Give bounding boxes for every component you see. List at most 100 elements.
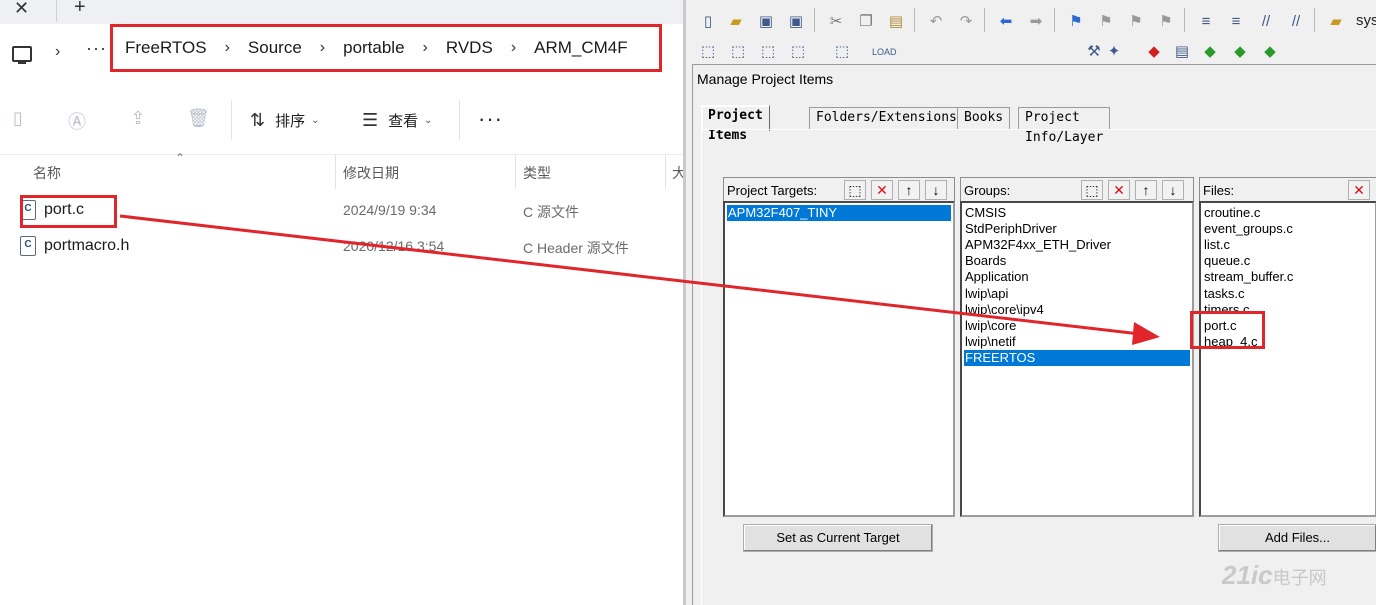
move-up-icon[interactable]: ↑ (898, 180, 920, 200)
comment-icon[interactable]: // (1256, 12, 1276, 32)
redo-icon[interactable]: ↷ (956, 12, 976, 32)
move-down-icon[interactable]: ↓ (925, 180, 947, 200)
tab-project-items[interactable]: Project Items (701, 105, 770, 143)
run-time-env-icon[interactable]: ◆ (1200, 42, 1220, 62)
manage-components-icon[interactable]: ◆ (1144, 42, 1164, 62)
next-bookmark-icon[interactable]: ⚑ (1126, 12, 1146, 32)
list-item[interactable]: CMSIS (964, 205, 1006, 221)
save-icon[interactable]: ▣ (756, 12, 776, 32)
close-tab-icon[interactable]: ✕ (14, 0, 29, 19)
more-options-icon[interactable]: ··· (478, 106, 503, 132)
chevron-down-icon: ⌄ (311, 114, 320, 126)
new-item-icon[interactable]: ⬚ (844, 180, 866, 200)
tab-folders-extensions[interactable]: Folders/Extensions (809, 107, 964, 129)
sort-icon: ⇅ (250, 109, 266, 130)
paste-icon[interactable]: ▯ (7, 108, 29, 130)
prev-bookmark-icon[interactable]: ⚑ (1096, 12, 1116, 32)
delete-item-icon[interactable]: ✕ (1108, 180, 1130, 200)
unindent-icon[interactable]: ≡ (1226, 12, 1246, 32)
toolbar-separator (914, 8, 915, 32)
toolbar-divider (231, 100, 232, 140)
stop-build-icon[interactable]: ⬚ (832, 42, 852, 62)
uncomment-icon[interactable]: // (1286, 12, 1306, 32)
clear-bookmarks-icon[interactable]: ⚑ (1156, 12, 1176, 32)
new-item-icon[interactable]: ⬚ (1081, 180, 1103, 200)
share-icon[interactable]: ⇪ (127, 108, 149, 130)
list-item[interactable]: list.c (1203, 237, 1230, 253)
copy-icon[interactable]: ❐ (856, 12, 876, 32)
explorer-tab-bar: ✕ + (0, 0, 683, 24)
screenshot-root: ✕ + › ··· FreeRTOS › Source › portable ›… (0, 0, 1376, 605)
list-item[interactable]: stream_buffer.c (1203, 269, 1293, 285)
files-list[interactable]: croutine.c event_groups.c list.c queue.c… (1199, 201, 1376, 517)
column-header-name[interactable]: 名称 (33, 163, 61, 183)
groups-list[interactable]: CMSIS StdPeriphDriver APM32F4xx_ETH_Driv… (960, 201, 1194, 517)
list-item[interactable]: lwip\api (964, 286, 1008, 302)
delete-item-icon[interactable]: ✕ (871, 180, 893, 200)
cut-icon[interactable]: ✂ (826, 12, 846, 32)
list-item[interactable]: lwip\core (964, 318, 1016, 334)
files-label: Files: (1203, 183, 1235, 198)
file-type: C Header 源文件 (523, 240, 629, 256)
annotation-box-breadcrumb (110, 24, 662, 72)
column-header-type[interactable]: 类型 (523, 163, 551, 183)
this-pc-icon[interactable] (12, 46, 32, 64)
add-files-button[interactable]: Add Files... (1218, 524, 1376, 552)
navigate-back-icon[interactable]: ⬅ (996, 12, 1016, 32)
pack-installer-icon[interactable]: ◆ (1230, 42, 1250, 62)
toolbar-separator (1184, 8, 1185, 32)
batch-build-icon[interactable]: ⬚ (788, 42, 808, 62)
list-item[interactable]: APM32F4xx_ETH_Driver (964, 237, 1111, 253)
new-tab-icon[interactable]: + (74, 0, 86, 19)
bookmark-icon[interactable]: ⚑ (1066, 12, 1086, 32)
chevron-right-icon[interactable]: › (55, 43, 60, 61)
delete-icon[interactable]: 🗑 (187, 108, 210, 130)
file-row[interactable]: C portmacro.h 2020/12/16 3:54 C Header 源… (0, 228, 683, 264)
targets-list[interactable]: APM32F407_TINY (723, 201, 955, 517)
column-divider[interactable] (335, 155, 336, 189)
file-date: 2024/9/19 9:34 (343, 202, 437, 218)
list-item[interactable]: queue.c (1203, 253, 1250, 269)
list-item[interactable]: FREERTOS (964, 350, 1190, 366)
list-item[interactable]: Boards (964, 253, 1006, 269)
project-targets-pane: Project Targets: ⬚ ✕ ↑ ↓ APM32F407_TINY (723, 177, 955, 517)
magic-wand-icon[interactable]: ✦ (1104, 42, 1124, 62)
toolbar-separator (1314, 8, 1315, 32)
view-button[interactable]: ☰ 查看 ⌄ (362, 108, 433, 132)
new-file-icon[interactable]: ▯ (698, 12, 718, 32)
delete-item-icon[interactable]: ✕ (1348, 180, 1370, 200)
find-in-files-icon[interactable]: ▰ (1326, 12, 1346, 32)
save-all-icon[interactable]: ▣ (786, 12, 806, 32)
list-item[interactable]: event_groups.c (1203, 221, 1293, 237)
sort-button[interactable]: ⇅ 排序 ⌄ (250, 108, 320, 132)
column-divider[interactable] (665, 155, 666, 189)
tab-books[interactable]: Books (957, 107, 1011, 129)
move-down-icon[interactable]: ↓ (1162, 180, 1184, 200)
download-icon[interactable]: LOAD (872, 42, 897, 62)
column-divider[interactable] (515, 155, 516, 189)
translate-icon[interactable]: ⬚ (698, 42, 718, 62)
list-item[interactable]: lwip\netif (964, 334, 1016, 350)
undo-icon[interactable]: ↶ (926, 12, 946, 32)
list-item[interactable]: croutine.c (1203, 205, 1260, 221)
rename-icon[interactable]: Ⓐ (66, 108, 88, 132)
move-up-icon[interactable]: ↑ (1135, 180, 1157, 200)
tab-project-info-layer[interactable]: Project Info/Layer (1018, 107, 1111, 145)
list-item[interactable]: tasks.c (1203, 286, 1244, 302)
navigate-forward-icon[interactable]: ➡ (1026, 12, 1046, 32)
list-item[interactable]: lwip\core\ipv4 (964, 302, 1044, 318)
list-item[interactable]: Application (964, 269, 1029, 285)
column-header-date[interactable]: 修改日期 (343, 163, 399, 183)
build-icon[interactable]: ⬚ (728, 42, 748, 62)
options-icon[interactable]: ⚒ (1084, 42, 1104, 62)
set-current-target-button[interactable]: Set as Current Target (743, 524, 933, 552)
paste-icon[interactable]: ▤ (886, 12, 906, 32)
rebuild-icon[interactable]: ⬚ (758, 42, 778, 62)
indent-icon[interactable]: ≡ (1196, 12, 1216, 32)
list-item[interactable]: APM32F407_TINY (727, 205, 951, 221)
pack-update-icon[interactable]: ◆ (1260, 42, 1280, 62)
select-packs-icon[interactable]: ▤ (1172, 42, 1192, 62)
more-locations-icon[interactable]: ··· (86, 38, 107, 59)
open-folder-icon[interactable]: ▰ (726, 12, 746, 32)
list-item[interactable]: StdPeriphDriver (964, 221, 1057, 237)
